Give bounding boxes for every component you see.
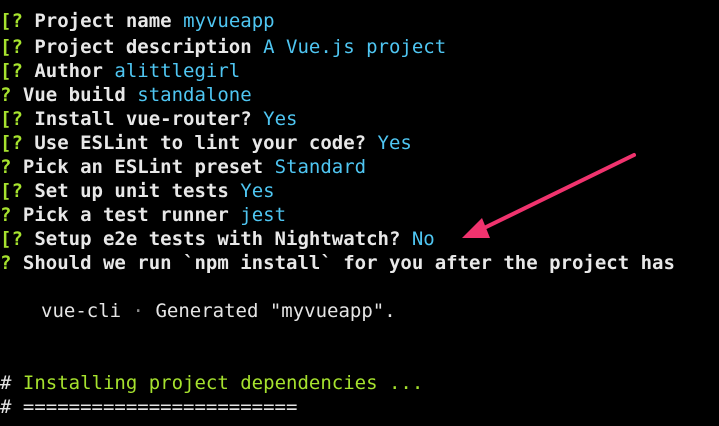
arrow-pointer-icon [462, 153, 636, 238]
terminal-window: [? Project name myvueapp [? Project desc… [0, 0, 719, 426]
